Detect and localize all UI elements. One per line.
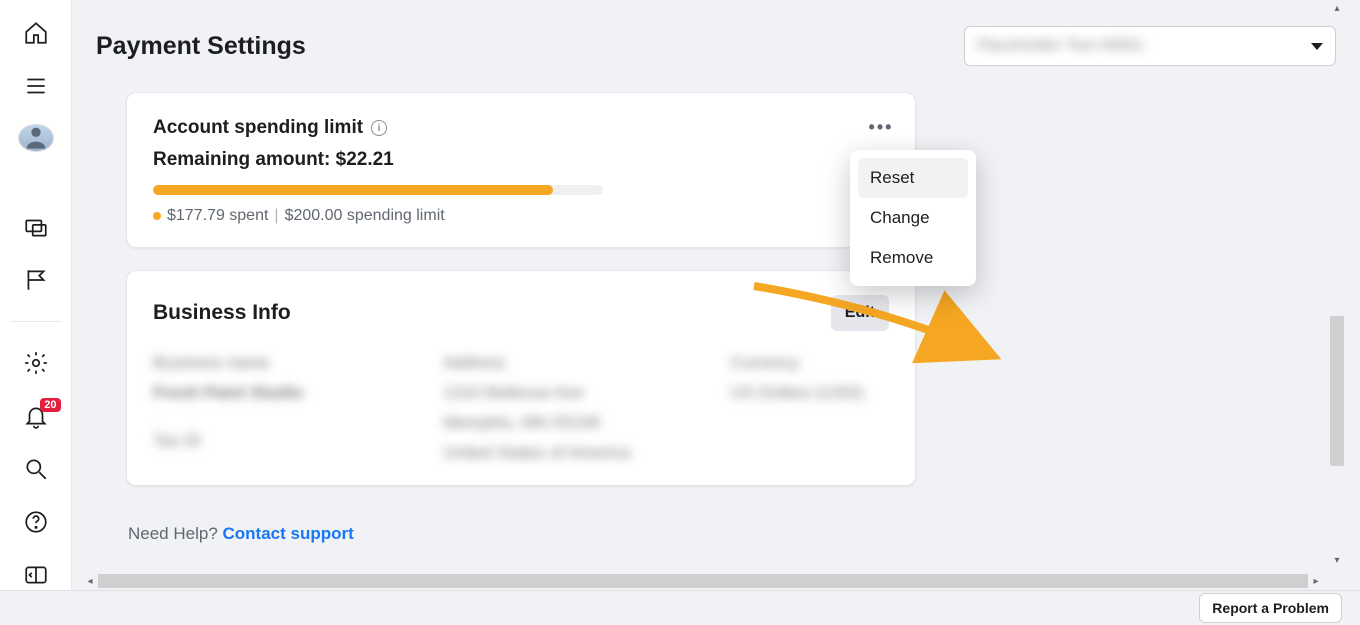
edit-button[interactable]: Edit bbox=[831, 295, 889, 331]
rail-divider bbox=[11, 321, 61, 322]
account-selector-label: Placeholder Text #0001 bbox=[977, 37, 1144, 55]
help-row: Need Help? Contact support bbox=[126, 524, 916, 544]
spending-limit-title: Account spending limit bbox=[153, 117, 363, 139]
page-footer: Report a Problem bbox=[0, 590, 1360, 625]
home-icon[interactable] bbox=[16, 18, 56, 49]
spending-limit-menu: Reset Change Remove bbox=[850, 150, 976, 286]
report-problem-button[interactable]: Report a Problem bbox=[1199, 593, 1342, 623]
spent-text: $177.79 spent bbox=[167, 207, 268, 225]
search-icon[interactable] bbox=[16, 454, 56, 485]
spending-progress-fill bbox=[153, 185, 553, 195]
business-info-content: Business name Fresh Paint Studio Tax ID … bbox=[153, 353, 889, 463]
menu-icon[interactable] bbox=[16, 71, 56, 102]
limit-text: $200.00 spending limit bbox=[285, 207, 445, 225]
remaining-amount: Remaining amount: $22.21 bbox=[153, 149, 889, 171]
left-nav-rail: 20 bbox=[0, 0, 72, 590]
account-selector[interactable]: Placeholder Text #0001 bbox=[964, 26, 1336, 66]
horizontal-scrollbar[interactable]: ◂ ▸ bbox=[82, 572, 1324, 590]
cards-column: ••• Account spending limit i Remaining a… bbox=[126, 92, 916, 544]
help-prefix: Need Help? bbox=[128, 524, 223, 543]
settings-icon[interactable] bbox=[16, 348, 56, 379]
business-info-card: Business Info Edit Business name Fresh P… bbox=[126, 270, 916, 486]
chevron-down-icon bbox=[1311, 43, 1323, 50]
info-icon[interactable]: i bbox=[371, 120, 387, 136]
business-info-title: Business Info bbox=[153, 301, 291, 325]
menu-item-remove[interactable]: Remove bbox=[858, 238, 968, 278]
billing-icon[interactable] bbox=[16, 211, 56, 242]
main-pane: Payment Settings Placeholder Text #0001 … bbox=[72, 0, 1360, 590]
flag-icon[interactable] bbox=[16, 264, 56, 295]
notifications-badge: 20 bbox=[40, 398, 60, 412]
page-title: Payment Settings bbox=[96, 32, 306, 61]
menu-item-reset[interactable]: Reset bbox=[858, 158, 968, 198]
spending-limit-more-button[interactable]: ••• bbox=[865, 111, 897, 143]
notifications-icon[interactable]: 20 bbox=[16, 401, 56, 432]
contact-support-link[interactable]: Contact support bbox=[223, 524, 354, 543]
spending-limit-card: ••• Account spending limit i Remaining a… bbox=[126, 92, 916, 248]
spending-meta: $177.79 spent | $200.00 spending limit bbox=[153, 207, 889, 225]
help-icon[interactable] bbox=[16, 506, 56, 537]
spending-progress-bar bbox=[153, 185, 603, 195]
menu-item-change[interactable]: Change bbox=[858, 198, 968, 238]
spent-dot-icon bbox=[153, 212, 161, 220]
avatar[interactable] bbox=[18, 124, 54, 152]
vertical-scrollbar[interactable]: ▴ ▾ bbox=[1328, 0, 1346, 568]
panel-toggle-icon[interactable] bbox=[16, 559, 56, 590]
